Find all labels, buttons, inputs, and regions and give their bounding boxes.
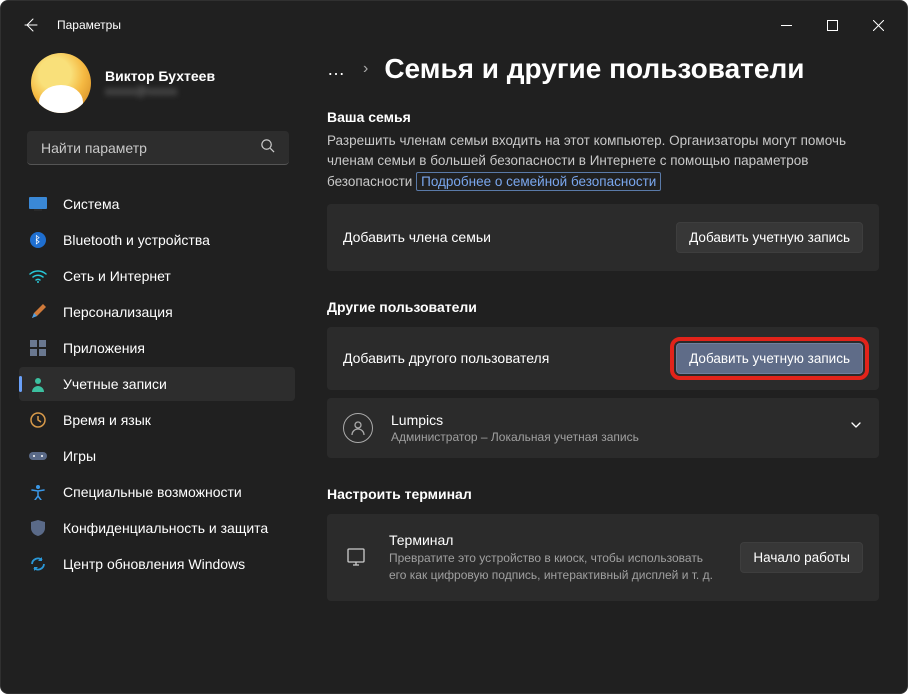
nav-label: Центр обновления Windows	[63, 556, 245, 572]
kiosk-icon	[343, 545, 369, 571]
profile-name: Виктор Бухтеев	[105, 68, 215, 84]
search-box[interactable]	[27, 131, 289, 165]
shield-icon	[29, 519, 47, 537]
back-button[interactable]	[23, 17, 39, 33]
nav-label: Персонализация	[63, 304, 173, 320]
nav-system[interactable]: Система	[19, 187, 295, 221]
terminal-heading: Настроить терминал	[327, 486, 879, 502]
nav-bluetooth[interactable]: Bluetooth и устройства	[19, 223, 295, 257]
add-family-button[interactable]: Добавить учетную запись	[676, 222, 863, 253]
nav-personalization[interactable]: Персонализация	[19, 295, 295, 329]
add-family-card: Добавить члена семьи Добавить учетную за…	[327, 204, 879, 271]
profile-block[interactable]: Виктор Бухтеев xxxxx@xxxxx	[1, 49, 305, 131]
clock-icon	[29, 411, 47, 429]
nav-label: Игры	[63, 448, 96, 464]
others-heading: Другие пользователи	[327, 299, 879, 315]
chevron-down-icon	[849, 418, 863, 437]
add-family-label: Добавить члена семьи	[343, 229, 660, 245]
monitor-icon	[29, 195, 47, 213]
minimize-button[interactable]	[763, 5, 809, 45]
nav-list: Система Bluetooth и устройства Сеть и Ин…	[1, 187, 305, 581]
nav-update[interactable]: Центр обновления Windows	[19, 547, 295, 581]
family-description: Разрешить членам семьи входить на этот к…	[327, 131, 879, 192]
maximize-button[interactable]	[809, 5, 855, 45]
search-input[interactable]	[41, 140, 260, 156]
nav-apps[interactable]: Приложения	[19, 331, 295, 365]
nav-games[interactable]: Игры	[19, 439, 295, 473]
nav-label: Учетные записи	[63, 376, 167, 392]
titlebar: Параметры	[1, 1, 907, 49]
highlight-box: Добавить учетную запись	[670, 337, 869, 380]
search-icon	[260, 138, 275, 158]
nav-network[interactable]: Сеть и Интернет	[19, 259, 295, 293]
nav-accounts[interactable]: Учетные записи	[19, 367, 295, 401]
avatar	[31, 53, 91, 113]
apps-icon	[29, 339, 47, 357]
update-icon	[29, 555, 47, 573]
breadcrumb-ellipsis[interactable]: …	[327, 59, 347, 80]
sidebar: Виктор Бухтеев xxxxx@xxxxx Система	[1, 49, 309, 693]
page-title: Семья и другие пользователи	[384, 53, 804, 85]
other-user-row[interactable]: Lumpics Администратор – Локальная учетна…	[327, 398, 879, 458]
bluetooth-icon	[29, 231, 47, 249]
nav-label: Сеть и Интернет	[63, 268, 171, 284]
nav-label: Приложения	[63, 340, 145, 356]
window-title: Параметры	[57, 18, 121, 32]
other-user-role: Администратор – Локальная учетная запись	[391, 430, 831, 444]
user-icon	[343, 413, 373, 443]
terminal-desc: Превратите это устройство в киоск, чтобы…	[389, 550, 720, 584]
add-other-user-button[interactable]: Добавить учетную запись	[676, 343, 863, 374]
profile-email: xxxxx@xxxxx	[105, 84, 215, 98]
nav-label: Конфиденциальность и защита	[63, 520, 268, 536]
family-safety-link[interactable]: Подробнее о семейной безопасности	[416, 172, 661, 191]
accessibility-icon	[29, 483, 47, 501]
other-user-name: Lumpics	[391, 412, 831, 428]
breadcrumb: … › Семья и другие пользователи	[327, 49, 879, 85]
terminal-start-button[interactable]: Начало работы	[740, 542, 863, 573]
nav-label: Время и язык	[63, 412, 151, 428]
settings-window: Параметры Виктор Бухтеев xxxxx@xxxxx	[0, 0, 908, 694]
terminal-title: Терминал	[389, 532, 720, 548]
nav-privacy[interactable]: Конфиденциальность и защита	[19, 511, 295, 545]
chevron-right-icon: ›	[363, 60, 368, 78]
terminal-card: Терминал Превратите это устройство в кио…	[327, 514, 879, 602]
family-heading: Ваша семья	[327, 109, 879, 125]
add-other-user-label: Добавить другого пользователя	[343, 350, 654, 366]
nav-label: Система	[63, 196, 119, 212]
nav-time[interactable]: Время и язык	[19, 403, 295, 437]
brush-icon	[29, 303, 47, 321]
person-icon	[29, 375, 47, 393]
nav-label: Специальные возможности	[63, 484, 242, 500]
add-other-user-card: Добавить другого пользователя Добавить у…	[327, 327, 879, 390]
main-panel: … › Семья и другие пользователи Ваша сем…	[309, 49, 907, 693]
close-button[interactable]	[855, 5, 901, 45]
nav-accessibility[interactable]: Специальные возможности	[19, 475, 295, 509]
wifi-icon	[29, 267, 47, 285]
gamepad-icon	[29, 447, 47, 465]
nav-label: Bluetooth и устройства	[63, 232, 210, 248]
